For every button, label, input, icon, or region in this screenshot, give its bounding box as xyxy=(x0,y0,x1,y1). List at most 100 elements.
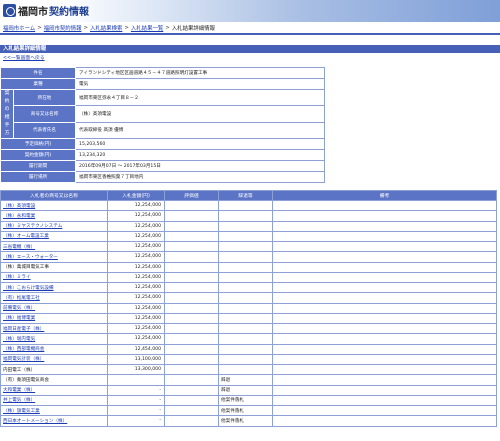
back-to-list-link[interactable]: <<一覧画面へ戻る xyxy=(3,54,45,61)
remarks-cell xyxy=(272,333,497,345)
bidder-link[interactable]: （有）松尾電工社 xyxy=(3,296,40,301)
bidder-link[interactable]: （株）永和電業 xyxy=(3,214,35,219)
bidder-name-cell: 福岡日産電子（株） xyxy=(0,322,108,335)
bidder-link[interactable]: 福岡電気計装（株） xyxy=(3,357,44,362)
detail-label: 履行期間 xyxy=(0,160,77,172)
bidder-name-cell: （有）秦須田電気商会 xyxy=(0,374,108,386)
detail-value: 2016年09月07日 ～ 2017年03月15日 xyxy=(75,160,325,172)
bid-amount-cell: 12,254,000 xyxy=(107,322,165,335)
status-cell: 他案件落札 xyxy=(218,404,273,417)
bidder-link[interactable]: （株）髙須電設 xyxy=(3,204,35,209)
evaluation-cell xyxy=(164,322,219,335)
detail-value: 福岡市東区弥永４丁目８－２ xyxy=(75,88,325,107)
contract-detail-table: 件名 アイランドシティ地区区画道路４５－４７道路照明灯設置工事 業種 電気 契約… xyxy=(0,67,325,183)
detail-row-place: 履行場所 福岡市東区香椎照葉７丁目地内 xyxy=(0,171,325,183)
bidder-link[interactable]: 福岡日産電子（株） xyxy=(3,327,44,332)
remarks-cell xyxy=(272,210,497,222)
bidder-link[interactable]: （株）ミライ xyxy=(3,275,31,280)
detail-value: 代表取締役 髙須 優博 xyxy=(75,121,325,140)
bidder-link[interactable]: 前備電気（株） xyxy=(3,306,35,311)
breadcrumb-item[interactable]: 入札結果一覧 xyxy=(131,24,163,32)
breadcrumb-separator: > xyxy=(83,24,88,31)
bid-amount-cell: 12,254,000 xyxy=(107,292,165,304)
bid-amount-cell: 12,254,000 xyxy=(107,281,165,294)
remarks-cell xyxy=(272,353,497,366)
table-row: 福岡電気計装（株） 13,100,000 xyxy=(0,353,497,366)
table-row: 内田電工（株） 13,300,000 xyxy=(0,363,497,376)
status-cell: 他案件落札 xyxy=(218,394,273,407)
bid-amount-cell: 12,254,000 xyxy=(107,302,165,314)
breadcrumb-item: 入札結果詳細情報 xyxy=(171,25,215,32)
detail-label: 予定価格(円) xyxy=(0,138,77,150)
status-cell xyxy=(218,322,273,335)
detail-row-estimate: 予定価格(円) 15,203,560 xyxy=(0,138,325,150)
remarks-cell xyxy=(272,281,497,294)
table-row: （有）秦須田電気商会 辞退 xyxy=(0,374,497,386)
status-cell xyxy=(218,343,273,355)
status-cell xyxy=(218,302,273,314)
bidder-name-cell: （株）福博電業 xyxy=(0,312,108,325)
bidder-link[interactable]: 西日本オートメーション（株） xyxy=(3,419,67,424)
detail-row-type: 業種 電気 xyxy=(0,78,325,90)
detail-row-contract-amount: 契約金額(円) 13,234,320 xyxy=(0,149,325,161)
bidder-name-cell: （株）旗電気工業 xyxy=(0,404,108,417)
bidder-name-cell: （株）髙須電設 xyxy=(0,199,108,212)
bid-amount-cell: 12,254,000 xyxy=(107,333,165,345)
bid-amount-cell: 13,300,000 xyxy=(107,363,165,376)
bidder-name-cell: （株）ミヤステクノシステム xyxy=(0,220,108,232)
remarks-cell xyxy=(272,220,497,232)
logo-city-text: 福岡市 xyxy=(18,7,48,18)
bid-amount-cell: - xyxy=(107,415,165,427)
remarks-cell xyxy=(272,251,497,263)
bidder-link[interactable]: 三省電機（株） xyxy=(3,245,35,250)
remarks-cell xyxy=(272,230,497,243)
bidder-link[interactable]: （株）旗電気工業 xyxy=(3,409,40,414)
remarks-cell xyxy=(272,302,497,314)
logo-system-text: 契約情報 xyxy=(49,7,89,18)
site-logo[interactable]: 福岡市 契約情報 xyxy=(3,3,89,18)
col-evaluation: 評価値 xyxy=(164,190,219,201)
bid-amount-cell: 12,254,000 xyxy=(107,240,165,253)
detail-label: 代表者氏名 xyxy=(12,121,77,140)
bidder-name-cell: （株）こおらけ電気設備 xyxy=(0,281,108,294)
evaluation-cell xyxy=(164,210,219,222)
bidder-link[interactable]: （株）ミヤステクノシステム xyxy=(3,224,62,229)
evaluation-cell xyxy=(164,220,219,232)
bid-amount-cell: 12,254,000 xyxy=(107,220,165,232)
evaluation-cell xyxy=(164,394,219,407)
evaluation-cell xyxy=(164,230,219,243)
results-body: （株）髙須電設 12,254,000 （株）永和電業 12,254,000 （株）ミヤス… xyxy=(0,199,497,427)
evaluation-cell xyxy=(164,333,219,345)
breadcrumb-item[interactable]: 福岡市契約情報 xyxy=(44,24,82,32)
table-row: 福岡日産電子（株） 12,254,000 xyxy=(0,322,497,335)
breadcrumb-item[interactable]: 福岡市ホーム xyxy=(3,24,35,32)
table-row: （株）萬城目電気工事 12,254,000 xyxy=(0,261,497,273)
evaluation-cell xyxy=(164,343,219,355)
detail-label: 履行場所 xyxy=(0,171,77,183)
breadcrumb-separator: > xyxy=(124,24,129,31)
bidder-link[interactable]: （株）こおらけ電気設備 xyxy=(3,286,54,291)
table-row: （有）松尾電工社 12,254,000 xyxy=(0,292,497,304)
bidder-link[interactable]: （株）堀内電気 xyxy=(3,337,35,342)
detail-value: 電気 xyxy=(75,78,325,90)
table-row: 西日本オートメーション（株） - 他案件落札 xyxy=(0,415,497,427)
remarks-cell xyxy=(272,322,497,335)
breadcrumb-item[interactable]: 入札結果検索 xyxy=(90,24,122,32)
status-cell xyxy=(218,251,273,263)
bidder-link[interactable]: 井上電気（株） xyxy=(3,398,35,403)
bidder-link[interactable]: （株）エース・ウォーター xyxy=(3,255,58,260)
evaluation-cell xyxy=(164,384,219,396)
detail-value: アイランドシティ地区区画道路４５－４７道路照明灯設置工事 xyxy=(75,67,325,79)
bidder-link[interactable]: 大和電業（株） xyxy=(3,388,35,393)
bidder-link[interactable]: （株）福博電業 xyxy=(3,316,35,321)
status-cell xyxy=(218,281,273,294)
bidder-name-cell: 福岡電気計装（株） xyxy=(0,353,108,366)
detail-label: 商号又は名称 xyxy=(12,105,77,123)
bid-amount-cell: - xyxy=(107,384,165,396)
bidder-name-cell: 大和電業（株） xyxy=(0,384,108,396)
remarks-cell xyxy=(272,312,497,325)
bidder-name-cell: （株）永和電業 xyxy=(0,210,108,222)
table-row: 前備電気（株） 12,254,000 xyxy=(0,302,497,314)
bidder-link[interactable]: （株）西部電機商会 xyxy=(3,347,44,352)
bidder-link[interactable]: （株）オーム電設工業 xyxy=(3,234,49,239)
